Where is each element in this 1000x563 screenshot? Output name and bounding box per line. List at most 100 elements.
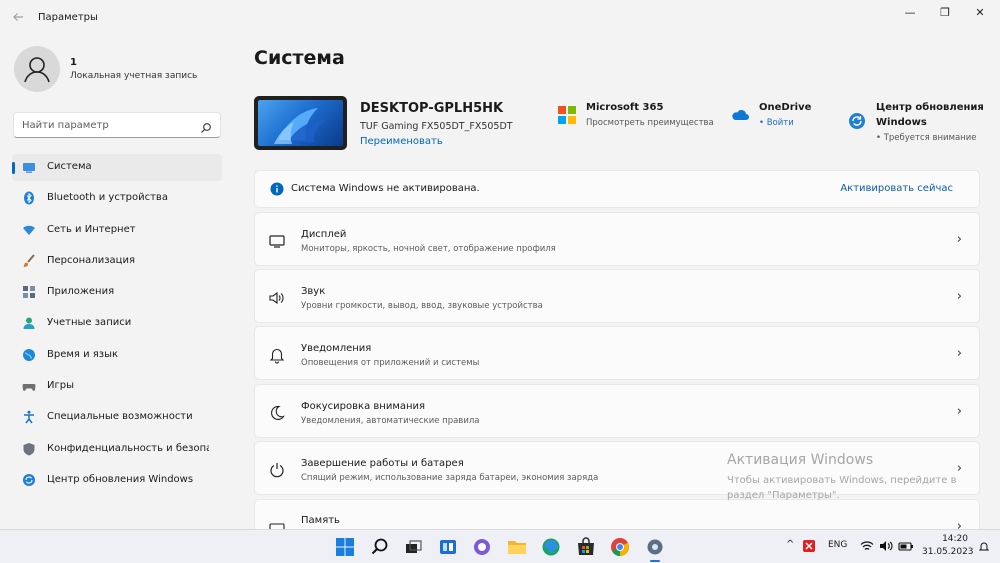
battery-tray-icon[interactable] xyxy=(898,539,914,563)
focus-description: Уведомления, автоматические правила xyxy=(301,416,480,426)
task-view-icon[interactable] xyxy=(402,536,424,558)
active-indicator xyxy=(12,162,15,174)
microsoft-365-icon xyxy=(558,106,576,124)
sidebar-item-label: Сеть и Интернет xyxy=(47,223,136,235)
wifi-tray-icon[interactable] xyxy=(860,539,874,563)
notification-center-icon[interactable] xyxy=(978,541,990,563)
device-model: TUF Gaming FX505DT_FX505DT xyxy=(360,121,513,132)
sidebar-item-label: Конфиденциальность и безопасность xyxy=(47,442,209,454)
sidebar-item-bluetooth[interactable]: Bluetooth и устройства xyxy=(12,185,222,212)
user-icon xyxy=(24,57,50,83)
sidebar-item-accessibility[interactable]: Специальные возможности xyxy=(12,404,222,431)
display-title: Дисплей xyxy=(301,229,347,240)
windows-start-icon[interactable] xyxy=(334,536,356,558)
bell-icon xyxy=(268,346,286,364)
chat-icon[interactable] xyxy=(471,536,493,558)
antivirus-tray-icon[interactable] xyxy=(802,539,816,563)
chevron-right-icon: › xyxy=(956,404,962,419)
sidebar-item-label: Персонализация xyxy=(47,254,135,266)
sidebar-nav: Система Bluetooth и устройства Сеть и Ин… xyxy=(12,154,222,498)
sidebar-item-accounts[interactable]: Учетные записи xyxy=(12,310,222,337)
accessibility-icon xyxy=(22,410,36,424)
settings-row-notifications[interactable]: Уведомления Оповещения от приложений и с… xyxy=(254,326,980,380)
search-icon[interactable] xyxy=(369,536,391,558)
store-icon[interactable] xyxy=(575,536,597,558)
sidebar-item-apps[interactable]: Приложения xyxy=(12,279,222,306)
sound-icon xyxy=(268,289,286,307)
storage-title: Память xyxy=(301,515,340,526)
bluetooth-icon xyxy=(22,191,36,205)
back-arrow-icon[interactable] xyxy=(12,11,26,25)
search-input[interactable] xyxy=(22,117,192,134)
sound-title: Звук xyxy=(301,286,326,297)
settings-row-display[interactable]: Дисплей Мониторы, яркость, ночной свет, … xyxy=(254,212,980,266)
power-icon xyxy=(268,461,286,479)
page-title: Система xyxy=(254,47,345,69)
accounts-icon xyxy=(22,316,36,330)
microsoft-365-title: Microsoft 365 xyxy=(586,102,664,113)
onedrive-icon xyxy=(731,106,749,124)
settings-row-sound[interactable]: Звук Уровни громкости, вывод, ввод, звук… xyxy=(254,269,980,323)
apps-icon xyxy=(22,285,36,299)
sidebar-item-label: Система xyxy=(47,161,92,172)
language-indicator[interactable]: ENG xyxy=(828,540,847,563)
settings-window: Параметры — ❐ ✕ 1 Локальная учетная запи… xyxy=(0,0,1000,529)
windows-update-title-line2: Windows xyxy=(876,117,927,128)
widgets-icon[interactable] xyxy=(437,536,459,558)
app-title: Параметры xyxy=(38,12,98,23)
display-description: Мониторы, яркость, ночной свет, отображе… xyxy=(301,244,556,254)
wifi-icon xyxy=(22,223,36,237)
sidebar-item-personalization[interactable]: Персонализация xyxy=(12,248,222,275)
avatar[interactable] xyxy=(14,46,60,92)
sidebar-item-time-language[interactable]: Время и язык xyxy=(12,342,222,369)
settings-row-focus[interactable]: Фокусировка внимания Уведомления, автома… xyxy=(254,384,980,438)
edge-icon[interactable] xyxy=(540,536,562,558)
chevron-right-icon: › xyxy=(956,289,962,304)
device-thumbnail xyxy=(254,96,347,150)
activate-now-button[interactable]: Активировать сейчас xyxy=(840,183,953,194)
show-hidden-icons[interactable]: ^ xyxy=(786,539,794,563)
system-icon xyxy=(22,160,36,174)
onedrive-subtitle: • Войти xyxy=(759,118,794,128)
sidebar-item-label: Учетные записи xyxy=(47,317,132,329)
sidebar-item-windows-update[interactable]: Центр обновления Windows xyxy=(12,467,222,494)
microsoft-365-subtitle: Просмотреть преимущества xyxy=(586,118,714,128)
sidebar-item-gaming[interactable]: Игры xyxy=(12,373,222,400)
user-name: 1 xyxy=(70,57,77,68)
globe-icon xyxy=(22,348,36,362)
sidebar-item-label: Bluetooth и устройства xyxy=(47,192,168,204)
settings-icon[interactable] xyxy=(644,536,666,562)
chevron-right-icon: › xyxy=(956,346,962,361)
wallpaper-bloom-icon xyxy=(274,108,326,144)
storage-icon xyxy=(268,519,286,529)
clock-date[interactable]: 31.05.2023 xyxy=(922,547,974,563)
sidebar-item-label: Приложения xyxy=(47,286,115,298)
windows-update-subtitle: • Требуется внимание xyxy=(876,133,977,143)
search-box[interactable] xyxy=(13,112,221,138)
volume-tray-icon[interactable] xyxy=(879,539,893,563)
update-icon xyxy=(22,473,36,487)
search-icon[interactable] xyxy=(200,119,212,138)
settings-row-storage[interactable]: Память › xyxy=(254,499,980,529)
chevron-right-icon: › xyxy=(956,232,962,247)
chrome-icon[interactable] xyxy=(609,536,631,558)
focus-icon xyxy=(268,404,286,422)
sidebar-item-network[interactable]: Сеть и Интернет xyxy=(12,217,222,244)
file-explorer-icon[interactable] xyxy=(506,536,528,558)
chevron-right-icon: › xyxy=(956,519,962,529)
taskbar: ^ ENG 14:20 31.05.2023 xyxy=(0,529,1000,563)
rename-link[interactable]: Переименовать xyxy=(360,136,443,147)
shield-icon xyxy=(22,442,36,456)
settings-row-power[interactable]: Завершение работы и батарея Спящий режим… xyxy=(254,441,980,495)
info-icon xyxy=(268,181,286,199)
activation-message: Система Windows не активирована. xyxy=(291,183,480,194)
device-name: DESKTOP-GPLH5HK xyxy=(360,101,504,116)
sidebar-item-system[interactable]: Система xyxy=(12,154,222,181)
brush-icon xyxy=(22,254,36,268)
windows-update-icon xyxy=(848,112,866,130)
power-description: Спящий режим, использование заряда батар… xyxy=(301,473,599,483)
onedrive-title: OneDrive xyxy=(759,102,812,113)
sidebar-item-label: Центр обновления Windows xyxy=(47,473,194,485)
sidebar-item-privacy[interactable]: Конфиденциальность и безопасность xyxy=(12,436,222,463)
notifications-title: Уведомления xyxy=(301,343,372,354)
